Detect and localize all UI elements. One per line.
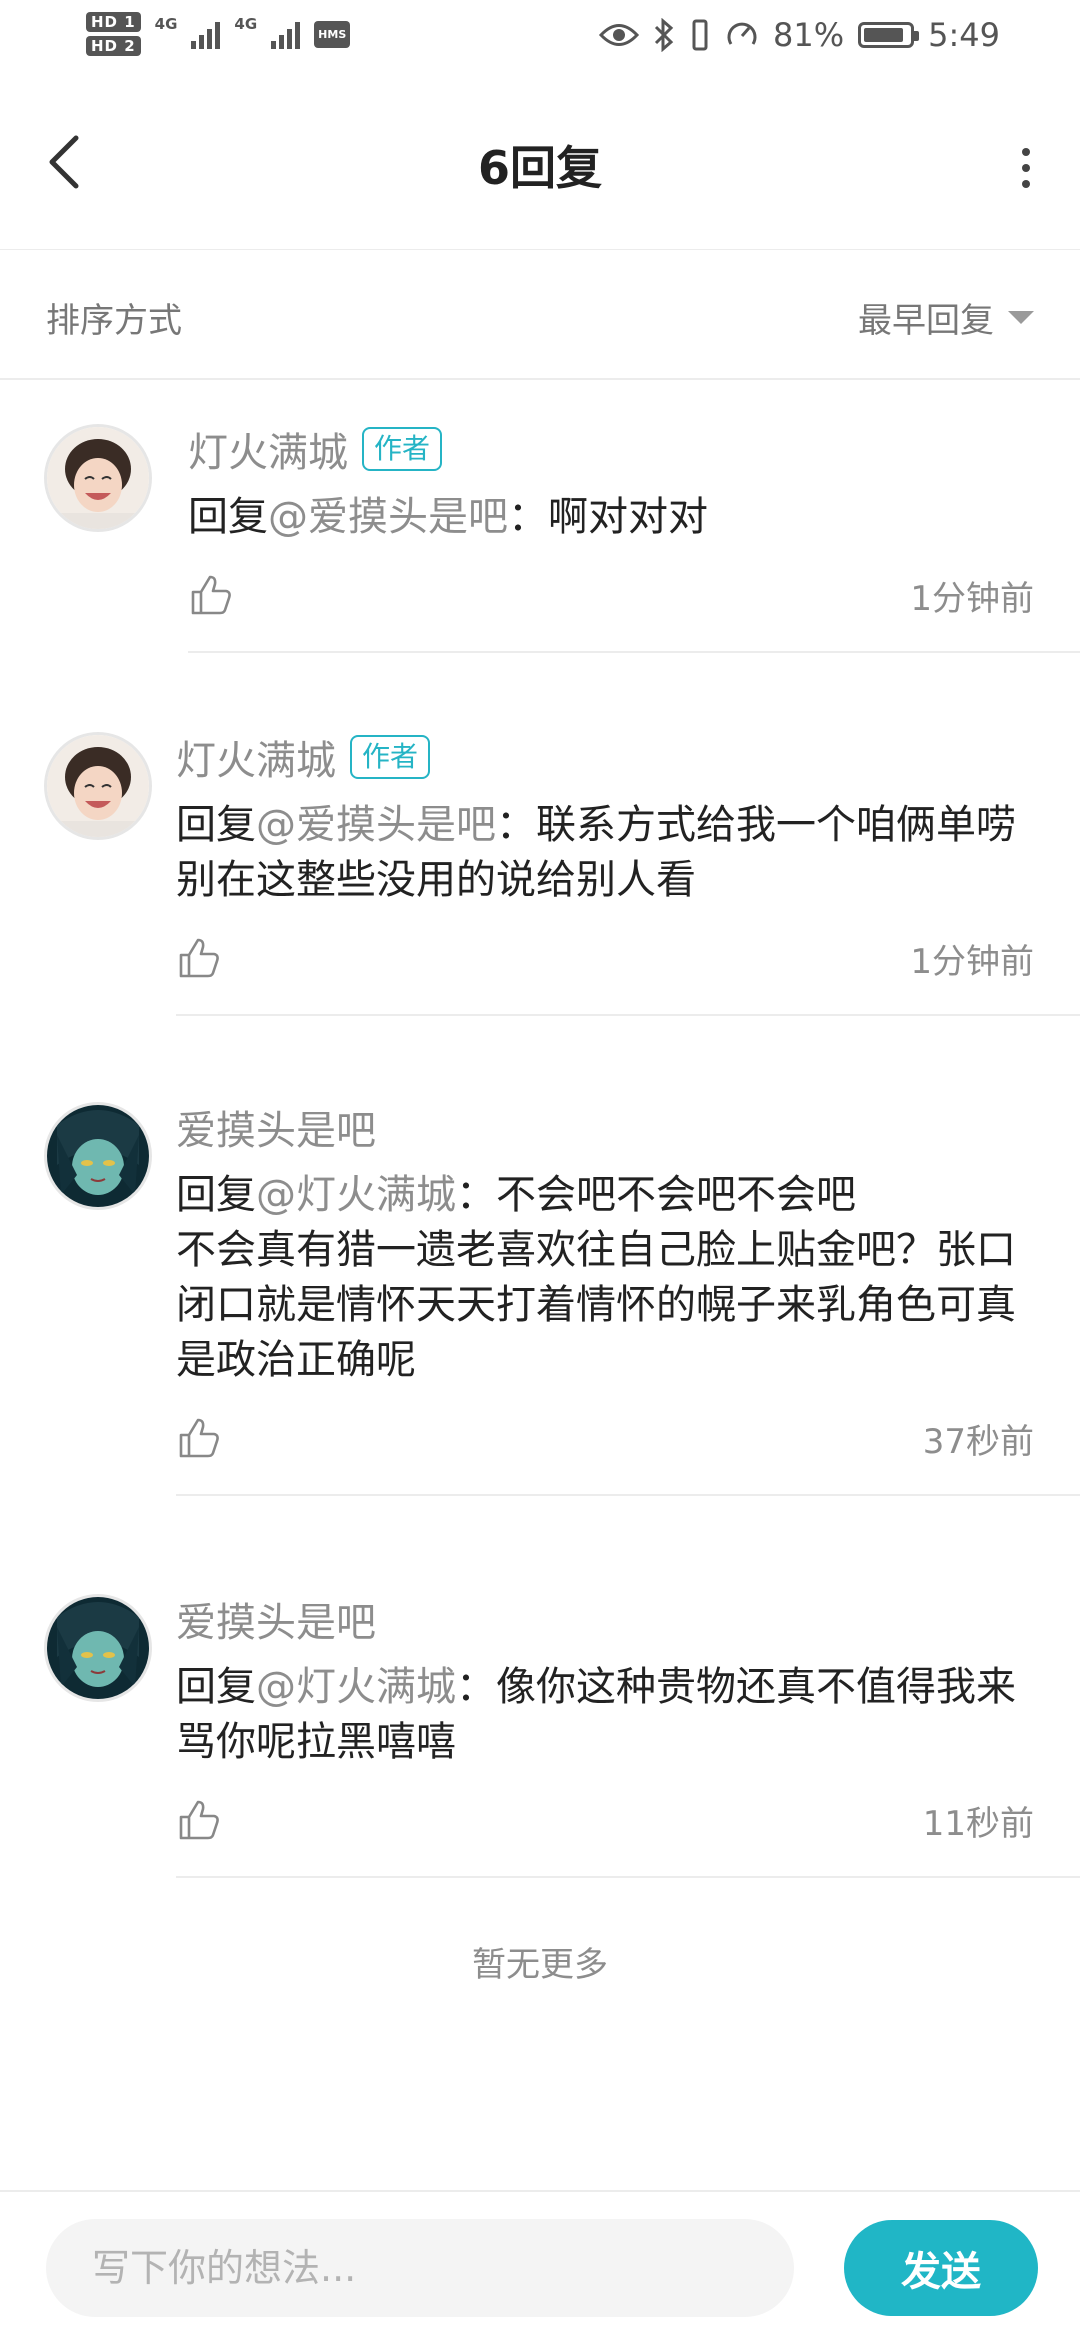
- bluetooth-icon: [654, 18, 674, 52]
- reply-prefix: 回复: [176, 1172, 256, 1218]
- mention-link[interactable]: @爱摸头是吧: [268, 494, 508, 540]
- vibrate-icon: [692, 19, 708, 51]
- avatar[interactable]: [44, 1102, 152, 1210]
- eye-icon: [599, 24, 640, 46]
- status-left: HD 1 HD 2 4G 4G HMS: [86, 12, 351, 56]
- divider: [188, 651, 1080, 653]
- comment-time: 1分钟前: [910, 578, 1034, 619]
- network-type-1: 4G: [154, 15, 178, 33]
- avatar[interactable]: [44, 424, 152, 532]
- author-badge: 作者: [350, 735, 431, 779]
- avatar[interactable]: [44, 732, 152, 840]
- signal-icon-1: [191, 19, 221, 49]
- comment-time: 37秒前: [922, 1421, 1034, 1462]
- network-type-2: 4G: [234, 15, 258, 33]
- thumbs-up-icon[interactable]: [188, 572, 234, 618]
- send-button[interactable]: 发送: [844, 2220, 1038, 2316]
- clock: 5:49: [928, 16, 1000, 54]
- data-saver-icon: [727, 22, 757, 45]
- sort-bar: 排序方式 最早回复: [0, 250, 1080, 380]
- thumbs-up-icon[interactable]: [176, 935, 222, 981]
- sort-selected-value: 最早回复: [858, 301, 994, 341]
- sim1-indicator: HD 1: [86, 12, 141, 32]
- thumbs-up-icon[interactable]: [176, 1797, 222, 1843]
- battery-percent: 81%: [773, 16, 845, 54]
- comment-text: 回复@爱摸头是吧：联系方式给我一个咱俩单唠 别在这整些没用的说给别人看: [176, 798, 1080, 908]
- avatar-anime-image: [47, 1105, 149, 1207]
- reply-prefix: 回复: [176, 802, 256, 848]
- sim2-indicator: HD 2: [86, 36, 141, 56]
- sort-dropdown[interactable]: 最早回复: [858, 293, 1034, 342]
- no-more-text: 暂无更多: [472, 1945, 608, 1985]
- page-title: 6回复: [477, 141, 602, 195]
- colon: ：: [456, 1664, 496, 1710]
- dropdown-triangle-icon: [1008, 311, 1034, 324]
- reply-prefix: 回复: [176, 1664, 256, 1710]
- mention-link[interactable]: @爱摸头是吧: [256, 802, 496, 848]
- mention-link[interactable]: @灯火满城: [256, 1664, 456, 1710]
- avatar[interactable]: [44, 1594, 152, 1702]
- avatar-girl-image: [47, 427, 149, 529]
- status-bar: HD 1 HD 2 4G 4G HMS 81% 5:49: [0, 0, 1080, 84]
- comment-author[interactable]: 灯火满城: [176, 728, 336, 786]
- divider: [176, 1494, 1080, 1496]
- comment-time: 11秒前: [922, 1803, 1034, 1844]
- more-vertical-icon[interactable]: [1016, 148, 1036, 188]
- thumbs-up-icon[interactable]: [176, 1415, 222, 1461]
- colon: ：: [508, 494, 548, 540]
- avatar-anime-image: [47, 1597, 149, 1699]
- comment-time: 1分钟前: [910, 941, 1034, 982]
- sort-label: 排序方式: [46, 301, 182, 341]
- comment-text: 回复@灯火满城：像你这种贵物还真不值得我来骂你呢拉黑嘻嘻: [176, 1660, 1080, 1770]
- comment-author[interactable]: 爱摸头是吧: [176, 1098, 376, 1156]
- divider: [176, 1876, 1080, 1878]
- bottom-input-bar: 发送: [0, 2190, 1080, 2342]
- mention-link[interactable]: @灯火满城: [256, 1172, 456, 1218]
- status-right: 81% 5:49: [599, 16, 1000, 54]
- comment-text: 回复@灯火满城：不会吧不会吧不会吧 不会真有猎一遗老喜欢往自己脸上贴金吧？张口闭…: [176, 1168, 1080, 1388]
- colon: ：: [496, 802, 536, 848]
- author-badge: 作者: [362, 427, 443, 471]
- colon: ：: [456, 1172, 496, 1218]
- comment-input[interactable]: [46, 2219, 794, 2317]
- signal-icon-2: [271, 19, 301, 49]
- comment-author[interactable]: 灯火满城: [188, 420, 348, 478]
- comment-author[interactable]: 爱摸头是吧: [176, 1590, 376, 1648]
- avatar-girl-image: [47, 735, 149, 837]
- comment-content: 啊对对对: [548, 494, 708, 540]
- reply-prefix: 回复: [188, 494, 268, 540]
- comment-text: 回复@爱摸头是吧：啊对对对: [188, 490, 1080, 545]
- hms-icon: HMS: [314, 20, 351, 48]
- battery-icon: [858, 22, 920, 48]
- divider: [176, 1014, 1080, 1016]
- header: 6回复: [0, 84, 1080, 250]
